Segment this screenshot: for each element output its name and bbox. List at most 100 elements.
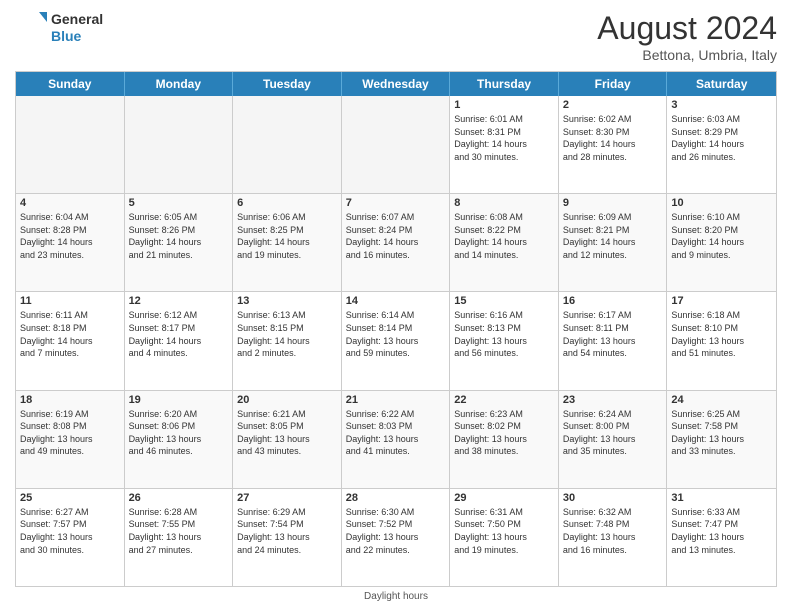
header-tuesday: Tuesday	[233, 72, 342, 96]
day-number: 9	[563, 197, 663, 209]
cell-info: Sunrise: 6:29 AMSunset: 7:54 PMDaylight:…	[237, 506, 337, 556]
table-row: 5 Sunrise: 6:05 AMSunset: 8:26 PMDaylight…	[125, 194, 234, 291]
table-row: 25Sunrise: 6:27 AMSunset: 7:57 PMDayligh…	[16, 489, 125, 586]
cell-info: Sunrise: 6:30 AMSunset: 7:52 PMDaylight:…	[346, 506, 446, 556]
page: General Blue August 2024 Bettona, Umbria…	[0, 0, 792, 612]
day-number: 30	[563, 492, 663, 504]
day-number: 22	[454, 394, 554, 406]
cell-info: Sunrise: 6:22 AMSunset: 8:03 PMDaylight:…	[346, 408, 446, 458]
cell-info: Sunrise: 6:01 AMSunset: 8:31 PMDaylight:…	[454, 113, 554, 163]
week-row-5: 25Sunrise: 6:27 AMSunset: 7:57 PMDayligh…	[16, 489, 776, 586]
day-number: 29	[454, 492, 554, 504]
cell-info: Sunrise: 6:10 AMSunset: 8:20 PMDaylight:…	[671, 211, 772, 261]
day-number: 24	[671, 394, 772, 406]
day-number: 15	[454, 295, 554, 307]
cell-info: Sunrise: 6:13 AMSunset: 8:15 PMDaylight:…	[237, 309, 337, 359]
week-row-3: 11 Sunrise: 6:11 AMSunset: 8:18 PMDayligh…	[16, 292, 776, 390]
cell-info: Sunrise: 6:32 AMSunset: 7:48 PMDaylight:…	[563, 506, 663, 556]
table-row: 1 Sunrise: 6:01 AMSunset: 8:31 PMDaylight…	[450, 96, 559, 193]
header-thursday: Thursday	[450, 72, 559, 96]
day-number: 3	[671, 99, 772, 111]
header-wednesday: Wednesday	[342, 72, 451, 96]
cell-info: Sunrise: 6:04 AMSunset: 8:28 PMDaylight:…	[20, 211, 120, 261]
cell-info: Sunrise: 6:02 AMSunset: 8:30 PMDaylight:…	[563, 113, 663, 163]
cell-info: Sunrise: 6:18 AMSunset: 8:10 PMDaylight:…	[671, 309, 772, 359]
calendar-body: 1 Sunrise: 6:01 AMSunset: 8:31 PMDaylight…	[16, 96, 776, 586]
day-number: 16	[563, 295, 663, 307]
logo-blue: Blue	[51, 28, 103, 45]
header-saturday: Saturday	[667, 72, 776, 96]
day-number: 7	[346, 197, 446, 209]
day-number: 21	[346, 394, 446, 406]
header-friday: Friday	[559, 72, 668, 96]
footer-note: Daylight hours	[15, 591, 777, 602]
table-row: 29 Sunrise: 6:31 AMSunset: 7:50 PMDayligh…	[450, 489, 559, 586]
cell-info: Sunrise: 6:17 AMSunset: 8:11 PMDaylight:…	[563, 309, 663, 359]
table-row	[342, 96, 451, 193]
week-row-4: 18Sunrise: 6:19 AMSunset: 8:08 PMDayligh…	[16, 391, 776, 489]
table-row: 10 Sunrise: 6:10 AMSunset: 8:20 PMDayligh…	[667, 194, 776, 291]
day-number: 10	[671, 197, 772, 209]
cell-info: Sunrise: 6:11 AMSunset: 8:18 PMDaylight:…	[20, 309, 120, 359]
location: Bettona, Umbria, Italy	[597, 47, 777, 63]
cell-info: Sunrise: 6:31 AMSunset: 7:50 PMDaylight:…	[454, 506, 554, 556]
day-number: 1	[454, 99, 554, 111]
cell-info: Sunrise: 6:09 AMSunset: 8:21 PMDaylight:…	[563, 211, 663, 261]
table-row: 19Sunrise: 6:20 AMSunset: 8:06 PMDayligh…	[125, 391, 234, 488]
daylight-label: Daylight hours	[364, 591, 428, 602]
table-row	[125, 96, 234, 193]
day-number: 31	[671, 492, 772, 504]
day-number: 13	[237, 295, 337, 307]
day-number: 6	[237, 197, 337, 209]
day-number: 25	[20, 492, 120, 504]
cell-info: Sunrise: 6:14 AMSunset: 8:14 PMDaylight:…	[346, 309, 446, 359]
table-row: 16 Sunrise: 6:17 AMSunset: 8:11 PMDayligh…	[559, 292, 668, 389]
day-number: 4	[20, 197, 120, 209]
table-row: 24Sunrise: 6:25 AMSunset: 7:58 PMDayligh…	[667, 391, 776, 488]
day-number: 27	[237, 492, 337, 504]
cell-info: Sunrise: 6:24 AMSunset: 8:00 PMDaylight:…	[563, 408, 663, 458]
header: General Blue August 2024 Bettona, Umbria…	[15, 10, 777, 63]
logo-svg	[15, 10, 47, 46]
table-row: 23 Sunrise: 6:24 AMSunset: 8:00 PMDayligh…	[559, 391, 668, 488]
logo: General Blue	[15, 10, 103, 46]
table-row: 26Sunrise: 6:28 AMSunset: 7:55 PMDayligh…	[125, 489, 234, 586]
day-number: 20	[237, 394, 337, 406]
cell-info: Sunrise: 6:12 AMSunset: 8:17 PMDaylight:…	[129, 309, 229, 359]
day-number: 19	[129, 394, 229, 406]
table-row: 31Sunrise: 6:33 AMSunset: 7:47 PMDayligh…	[667, 489, 776, 586]
day-number: 8	[454, 197, 554, 209]
cell-info: Sunrise: 6:06 AMSunset: 8:25 PMDaylight:…	[237, 211, 337, 261]
day-number: 17	[671, 295, 772, 307]
table-row	[233, 96, 342, 193]
month-title: August 2024	[597, 10, 777, 47]
day-number: 11	[20, 295, 120, 307]
cell-info: Sunrise: 6:07 AMSunset: 8:24 PMDaylight:…	[346, 211, 446, 261]
day-number: 28	[346, 492, 446, 504]
table-row: 14Sunrise: 6:14 AMSunset: 8:14 PMDayligh…	[342, 292, 451, 389]
day-number: 12	[129, 295, 229, 307]
table-row: 6 Sunrise: 6:06 AMSunset: 8:25 PMDaylight…	[233, 194, 342, 291]
table-row: 20 Sunrise: 6:21 AMSunset: 8:05 PMDayligh…	[233, 391, 342, 488]
cell-info: Sunrise: 6:05 AMSunset: 8:26 PMDaylight:…	[129, 211, 229, 261]
table-row: 4 Sunrise: 6:04 AMSunset: 8:28 PMDaylight…	[16, 194, 125, 291]
day-number: 23	[563, 394, 663, 406]
table-row	[16, 96, 125, 193]
cell-info: Sunrise: 6:23 AMSunset: 8:02 PMDaylight:…	[454, 408, 554, 458]
table-row: 13 Sunrise: 6:13 AMSunset: 8:15 PMDayligh…	[233, 292, 342, 389]
day-number: 26	[129, 492, 229, 504]
cell-info: Sunrise: 6:08 AMSunset: 8:22 PMDaylight:…	[454, 211, 554, 261]
cell-info: Sunrise: 6:16 AMSunset: 8:13 PMDaylight:…	[454, 309, 554, 359]
day-number: 5	[129, 197, 229, 209]
calendar: SundayMondayTuesdayWednesdayThursdayFrid…	[15, 71, 777, 587]
table-row: 30 Sunrise: 6:32 AMSunset: 7:48 PMDayligh…	[559, 489, 668, 586]
header-sunday: Sunday	[16, 72, 125, 96]
day-number: 18	[20, 394, 120, 406]
cell-info: Sunrise: 6:03 AMSunset: 8:29 PMDaylight:…	[671, 113, 772, 163]
table-row: 3 Sunrise: 6:03 AMSunset: 8:29 PMDaylight…	[667, 96, 776, 193]
table-row: 17 Sunrise: 6:18 AMSunset: 8:10 PMDayligh…	[667, 292, 776, 389]
title-block: August 2024 Bettona, Umbria, Italy	[597, 10, 777, 63]
table-row: 22 Sunrise: 6:23 AMSunset: 8:02 PMDayligh…	[450, 391, 559, 488]
cell-info: Sunrise: 6:21 AMSunset: 8:05 PMDaylight:…	[237, 408, 337, 458]
table-row: 12 Sunrise: 6:12 AMSunset: 8:17 PMDayligh…	[125, 292, 234, 389]
